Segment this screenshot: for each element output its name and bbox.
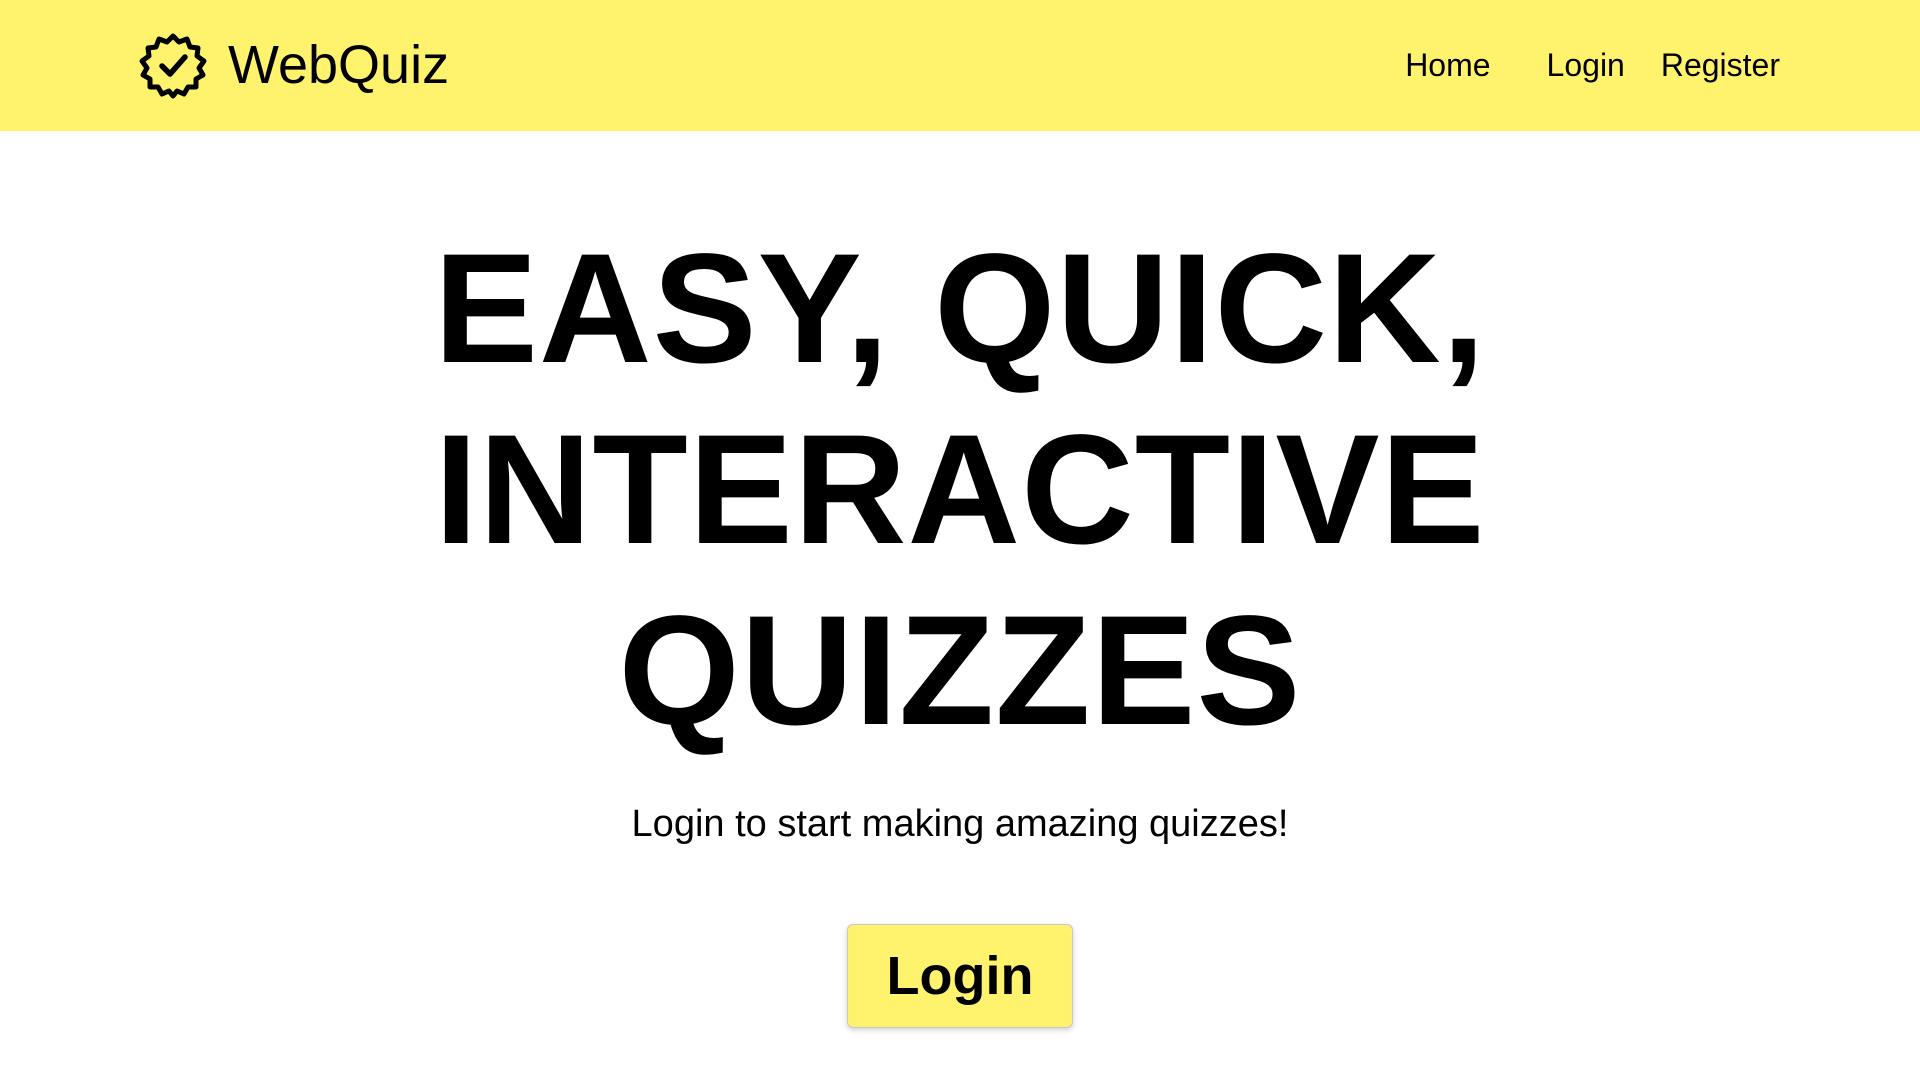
main-nav: Home Login Register <box>1405 43 1780 87</box>
headline-line: EASY, QUICK, <box>433 222 1487 396</box>
badge-check-icon <box>138 30 208 100</box>
nav-home-link[interactable]: Home <box>1405 43 1490 87</box>
headline-line: INTERACTIVE <box>434 403 1486 577</box>
nav-register-link[interactable]: Register <box>1661 43 1780 87</box>
hero-section: EASY, QUICK, INTERACTIVE QUIZZES Login t… <box>0 131 1920 1028</box>
brand-link[interactable]: WebQuiz <box>138 30 449 100</box>
top-navbar: WebQuiz Home Login Register <box>0 0 1920 131</box>
hero-headline: EASY, QUICK, INTERACTIVE QUIZZES <box>0 219 1920 762</box>
login-button[interactable]: Login <box>847 924 1073 1028</box>
hero-subtitle: Login to start making amazing quizzes! <box>631 803 1289 845</box>
nav-login-link[interactable]: Login <box>1547 43 1625 87</box>
brand-name: WebQuiz <box>228 35 450 95</box>
headline-line: QUIZZES <box>618 584 1302 758</box>
